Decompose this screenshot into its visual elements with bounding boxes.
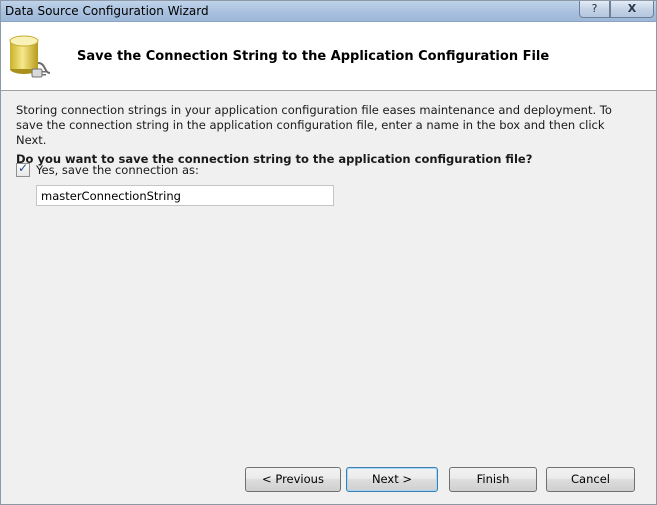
save-connection-label[interactable]: Yes, save the connection as: xyxy=(36,163,199,177)
cancel-button[interactable]: Cancel xyxy=(546,467,635,492)
wizard-window: Data Source Configuration Wizard ? X Sav… xyxy=(0,0,657,505)
save-connection-checkbox[interactable]: ✓ xyxy=(16,161,30,177)
connection-name-input[interactable] xyxy=(36,185,334,206)
checkmark-icon: ✓ xyxy=(18,161,29,175)
page-title: Save the Connection String to the Applic… xyxy=(77,49,550,64)
close-button[interactable]: X xyxy=(610,1,654,18)
wizard-content: Storing connection strings in your appli… xyxy=(16,103,626,166)
description-text: Storing connection strings in your appli… xyxy=(16,103,612,147)
next-button[interactable]: Next > xyxy=(346,467,438,492)
help-button[interactable]: ? xyxy=(579,1,610,18)
finish-button[interactable]: Finish xyxy=(449,467,537,492)
previous-button[interactable]: < Previous xyxy=(245,467,341,492)
title-bar: Data Source Configuration Wizard ? X xyxy=(1,1,656,22)
wizard-header: Save the Connection String to the Applic… xyxy=(1,22,656,91)
window-title: Data Source Configuration Wizard xyxy=(5,4,209,18)
database-connection-icon xyxy=(9,35,51,78)
